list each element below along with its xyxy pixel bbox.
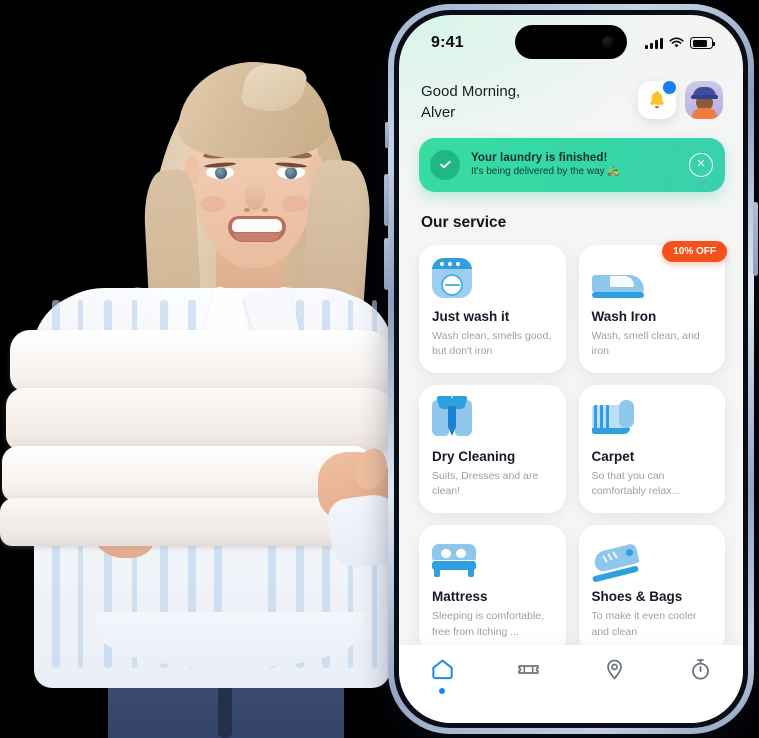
service-title: Mattress <box>432 589 488 605</box>
mattress-bed-icon <box>432 544 476 578</box>
banner-subtitle: It's being delivered by the way 🛵 <box>471 166 620 178</box>
carpet-roll-icon <box>591 400 634 438</box>
service-desc: Wash clean, smells good, but don't iron <box>432 329 552 357</box>
home-icon <box>431 659 453 680</box>
phone-mockup: 9:41 Good Morning, Alver Your laundry is… <box>384 4 758 734</box>
greeting-line-2: Alver <box>421 104 456 122</box>
photo-towel <box>10 330 392 392</box>
photo-cheek-right <box>282 196 308 212</box>
service-title: Dry Cleaning <box>432 449 516 465</box>
photo-towel <box>0 498 350 546</box>
greeting-text: Good Morning, Alver <box>421 81 520 124</box>
volume-up-button[interactable] <box>384 174 389 226</box>
service-card-dry-cleaning[interactable]: Dry Cleaning Suits, Dresses and are clea… <box>419 385 566 514</box>
header-row: Good Morning, Alver <box>399 65 743 124</box>
bottom-tab-bar <box>399 645 743 723</box>
iron-icon <box>591 270 644 298</box>
service-card-shoes-bags[interactable]: Shoes & Bags To make it even cooler and … <box>578 525 725 654</box>
status-banner[interactable]: Your laundry is finished! It's being del… <box>419 137 725 192</box>
photo-nose <box>245 182 265 210</box>
ticket-icon <box>517 665 539 674</box>
photo-nostril-left <box>244 208 250 212</box>
photo-towel <box>6 388 394 450</box>
service-desc: Suits, Dresses and are clean! <box>432 470 539 498</box>
volume-down-button[interactable] <box>384 238 389 290</box>
photo-nostril-right <box>262 208 268 212</box>
mute-switch[interactable] <box>385 122 389 148</box>
power-button[interactable] <box>753 202 758 276</box>
service-desc: Wash, smell clean, and iron <box>591 329 700 357</box>
tab-location[interactable] <box>586 657 642 682</box>
battery-icon <box>690 37 715 49</box>
banner-title: Your laundry is finished! <box>471 152 608 165</box>
dress-shirt-tie-icon <box>432 396 472 438</box>
notifications-button[interactable] <box>638 79 678 119</box>
check-circle-icon <box>430 149 460 180</box>
dynamic-island <box>515 25 627 59</box>
service-desc: Sleeping is comfortable, free from itchi… <box>432 610 545 638</box>
service-grid: Just wash it Wash clean, smells good, bu… <box>419 240 727 654</box>
service-title: Shoes & Bags <box>591 589 683 605</box>
service-title: Just wash it <box>432 308 510 324</box>
washing-machine-icon <box>432 257 472 298</box>
greeting-line-1: Good Morning, <box>421 83 521 100</box>
tab-vouchers[interactable] <box>500 657 556 682</box>
stopwatch-icon <box>691 659 709 680</box>
hero-photo <box>0 0 420 738</box>
shoe-icon <box>591 543 640 584</box>
phone-screen: 9:41 Good Morning, Alver Your laundry is… <box>399 15 743 723</box>
tab-active-indicator <box>439 688 445 694</box>
tab-history[interactable] <box>672 657 728 682</box>
service-title: Carpet <box>591 449 635 465</box>
service-title: Wash Iron <box>591 308 657 324</box>
wifi-icon <box>669 37 684 48</box>
photo-mouth <box>228 216 286 242</box>
photo-eye-left <box>206 166 234 179</box>
close-circle-icon[interactable]: ✕ <box>689 152 713 177</box>
app-content: Good Morning, Alver Your laundry is fini… <box>399 65 743 723</box>
service-card-mattress[interactable]: Mattress Sleeping is comfortable, free f… <box>419 525 566 654</box>
section-title: Our service <box>421 213 507 231</box>
tab-home[interactable] <box>414 657 470 694</box>
service-card-carpet[interactable]: Carpet So that you can comfortably relax… <box>578 385 725 514</box>
service-desc: So that you can comfortably relax... <box>591 470 681 498</box>
service-desc: To make it even cooler and clean <box>591 610 697 638</box>
user-avatar[interactable] <box>685 81 723 119</box>
service-card-just-wash-it[interactable]: Just wash it Wash clean, smells good, bu… <box>419 244 566 374</box>
status-time: 9:41 <box>431 34 464 51</box>
cellular-bars-icon <box>645 37 663 49</box>
discount-badge: 10% OFF <box>662 240 727 262</box>
photo-cheek-left <box>200 196 226 212</box>
location-pin-icon <box>606 659 622 680</box>
notification-badge-dot <box>661 79 678 96</box>
phone-bezel: 9:41 Good Morning, Alver Your laundry is… <box>394 10 748 728</box>
status-bar: 9:41 <box>399 15 743 65</box>
service-card-wash-iron[interactable]: 10% OFF Wash Iron Wash, smell clean, and… <box>578 240 727 374</box>
photo-eye-right <box>277 166 305 179</box>
